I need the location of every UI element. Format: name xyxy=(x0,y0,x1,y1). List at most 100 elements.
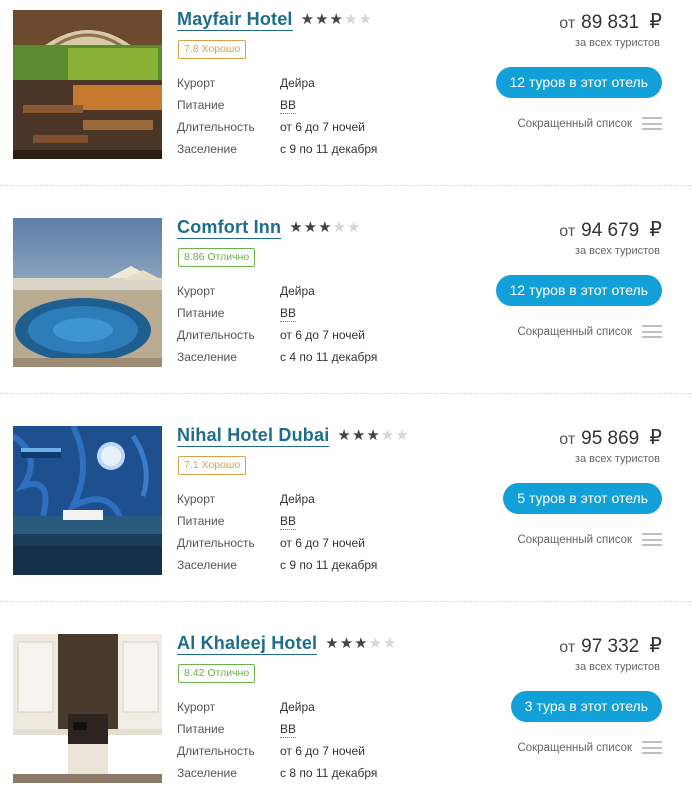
tours-button[interactable]: 12 туров в этот отель xyxy=(495,275,662,306)
hotel-info: Курорт Дейра Питание BB Длительность от 6 д… xyxy=(177,72,377,160)
menu-icon xyxy=(642,533,662,546)
hotel-info: Курорт Дейра Питание BB Длительность от 6 д… xyxy=(177,488,377,576)
checkin-value: с 9 по 11 декабря xyxy=(280,558,378,572)
currency-symbol: ₽ xyxy=(649,219,662,241)
star-filled-icon: ★ xyxy=(337,427,351,444)
meal-value[interactable]: BB xyxy=(280,97,297,114)
hotel-card: Al Khaleej Hotel ★ ★ ★ ★ ★ 8.42 Отлично … xyxy=(0,624,692,810)
currency-symbol: ₽ xyxy=(649,11,662,33)
price: от 97 332 ₽ xyxy=(559,633,662,661)
star-filled-icon: ★ xyxy=(354,635,368,652)
price-value: 89 831 xyxy=(581,12,640,33)
star-filled-icon: ★ xyxy=(303,219,318,236)
hotel-photo[interactable] xyxy=(13,10,162,159)
hotel-photo[interactable] xyxy=(13,218,162,367)
rating-badge: 7.1 Хорошо xyxy=(178,456,247,475)
meal-label: Питание xyxy=(177,306,225,320)
checkin-label: Заселение xyxy=(177,142,237,156)
resort-label: Курорт xyxy=(177,76,216,90)
shortlist-toggle[interactable]: Сокращенный список xyxy=(517,117,662,130)
price-prefix: от xyxy=(559,15,576,32)
star-empty-icon: ★ xyxy=(383,635,397,652)
hotel-photo[interactable] xyxy=(13,426,162,575)
star-rating: ★ ★ ★ ★ ★ xyxy=(289,220,360,235)
star-empty-icon: ★ xyxy=(368,635,383,652)
checkin-value: с 4 по 11 декабря xyxy=(280,350,378,364)
price-block: от 97 332 ₽ за всех туристов xyxy=(559,633,662,673)
star-filled-icon: ★ xyxy=(315,11,329,28)
price: от 94 679 ₽ xyxy=(559,217,662,245)
price-block: от 89 831 ₽ за всех туристов xyxy=(559,9,662,49)
star-filled-icon: ★ xyxy=(318,219,332,236)
price-value: 95 869 xyxy=(581,428,640,449)
hotel-card: Nihal Hotel Dubai ★ ★ ★ ★ ★ 7.1 Хорошо К… xyxy=(0,416,692,602)
price-prefix: от xyxy=(559,223,576,240)
duration-value: от 6 до 7 ночей xyxy=(280,120,365,134)
price-note: за всех туристов xyxy=(574,245,660,257)
shortlist-label: Сокращенный список xyxy=(517,325,632,338)
menu-icon xyxy=(642,741,662,754)
hotel-name-link[interactable]: Al Khaleej Hotel xyxy=(177,632,318,655)
shortlist-toggle[interactable]: Сокращенный список xyxy=(517,741,662,754)
duration-label: Длительность xyxy=(177,744,255,758)
resort-label: Курорт xyxy=(177,700,216,714)
restaurant-photo xyxy=(13,10,162,159)
star-filled-icon: ★ xyxy=(300,11,315,28)
price: от 89 831 ₽ xyxy=(559,9,662,37)
shortlist-label: Сокращенный список xyxy=(517,117,632,130)
hotel-name-link[interactable]: Comfort Inn xyxy=(177,216,282,239)
meal-label: Питание xyxy=(177,722,225,736)
star-filled-icon: ★ xyxy=(351,427,366,444)
hotel-name-link[interactable]: Nihal Hotel Dubai xyxy=(177,424,330,447)
tours-button[interactable]: 3 тура в этот отель xyxy=(510,691,662,722)
star-filled-icon: ★ xyxy=(366,427,380,444)
star-rating: ★ ★ ★ ★ ★ xyxy=(325,636,396,651)
meal-value[interactable]: BB xyxy=(280,513,297,530)
meal-label: Питание xyxy=(177,98,225,112)
currency-symbol: ₽ xyxy=(649,635,662,657)
star-empty-icon: ★ xyxy=(344,11,358,28)
hotel-info: Курорт Дейра Питание BB Длительность от 6 д… xyxy=(177,280,377,368)
star-rating: ★ ★ ★ ★ ★ xyxy=(301,12,372,27)
rating-badge: 7.8 Хорошо xyxy=(178,40,247,59)
duration-value: от 6 до 7 ночей xyxy=(280,328,365,342)
shortlist-toggle[interactable]: Сокращенный список xyxy=(517,325,662,338)
resort-value: Дейра xyxy=(280,76,315,90)
duration-label: Длительность xyxy=(177,120,255,134)
checkin-label: Заселение xyxy=(177,558,237,572)
meal-value[interactable]: BB xyxy=(280,721,297,738)
star-empty-icon: ★ xyxy=(332,219,346,236)
star-filled-icon: ★ xyxy=(329,11,343,28)
menu-icon xyxy=(642,325,662,338)
duration-value: от 6 до 7 ночей xyxy=(280,744,365,758)
price-prefix: от xyxy=(559,639,576,656)
star-rating: ★ ★ ★ ★ ★ xyxy=(337,428,408,443)
tours-button[interactable]: 5 туров в этот отель xyxy=(503,483,662,514)
price-note: за всех туристов xyxy=(574,37,660,49)
resort-value: Дейра xyxy=(280,492,315,506)
hotel-card: Comfort Inn ★ ★ ★ ★ ★ 8.86 Отлично Курор… xyxy=(0,208,692,394)
tours-button[interactable]: 12 туров в этот отель xyxy=(495,67,662,98)
hotel-name-link[interactable]: Mayfair Hotel xyxy=(177,8,293,31)
price-value: 97 332 xyxy=(581,636,640,657)
star-filled-icon: ★ xyxy=(339,635,354,652)
star-empty-icon: ★ xyxy=(347,219,361,236)
currency-symbol: ₽ xyxy=(649,427,662,449)
resort-value: Дейра xyxy=(280,700,315,714)
menu-icon xyxy=(642,117,662,130)
star-filled-icon: ★ xyxy=(289,219,303,236)
checkin-label: Заселение xyxy=(177,766,237,780)
price: от 95 869 ₽ xyxy=(559,425,662,453)
rating-badge: 8.42 Отлично xyxy=(178,664,256,683)
rooftop-pool-photo xyxy=(13,218,162,367)
meal-value[interactable]: BB xyxy=(280,305,297,322)
price-block: от 94 679 ₽ за всех туристов xyxy=(559,217,662,257)
hotel-photo[interactable] xyxy=(13,634,162,783)
rating-badge: 8.86 Отлично xyxy=(178,248,256,267)
bedroom-photo xyxy=(13,634,162,783)
hotel-card: Mayfair Hotel ★ ★ ★ ★ ★ 7.8 Хорошо Курор… xyxy=(0,0,692,186)
duration-value: от 6 до 7 ночей xyxy=(280,536,365,550)
hotel-info: Курорт Дейра Питание BB Длительность от 6 д… xyxy=(177,696,377,784)
shortlist-toggle[interactable]: Сокращенный список xyxy=(517,533,662,546)
checkin-label: Заселение xyxy=(177,350,237,364)
